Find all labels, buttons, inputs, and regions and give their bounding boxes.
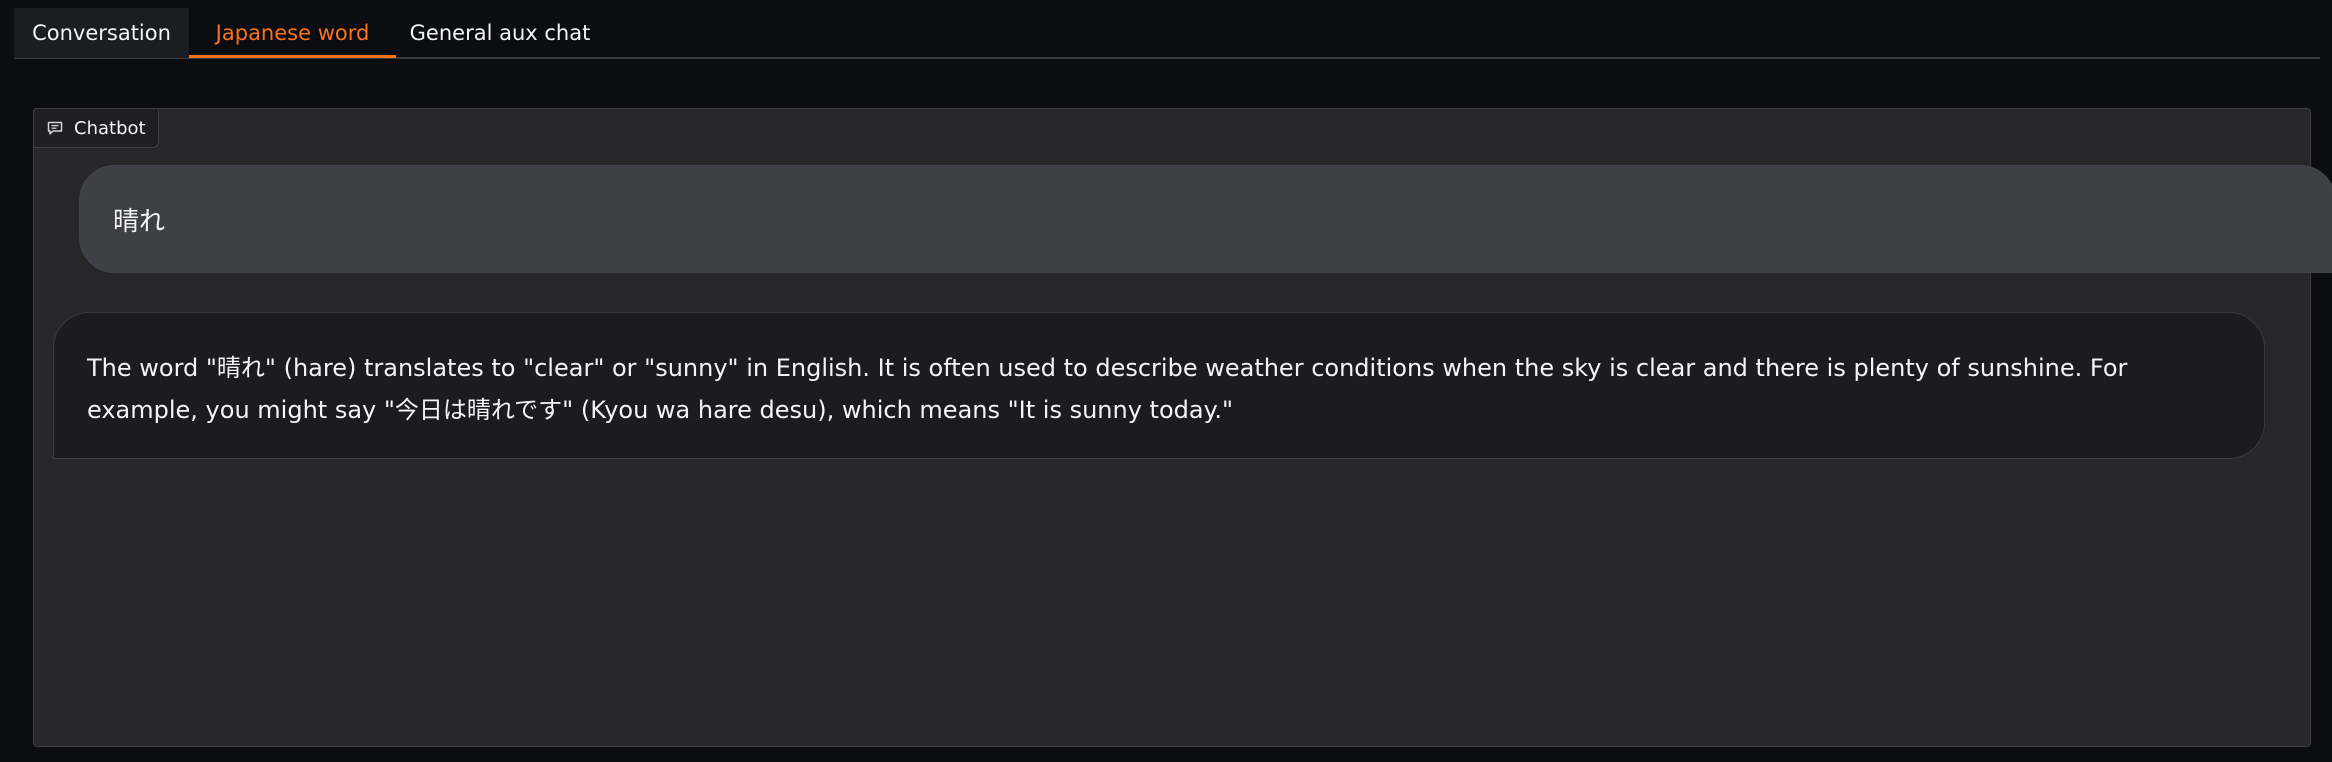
tab-general-aux-chat[interactable]: General aux chat (396, 8, 604, 58)
bot-message-text: The word "晴れ" (hare) translates to "clea… (87, 354, 2128, 424)
bot-message: The word "晴れ" (hare) translates to "clea… (53, 312, 2265, 459)
chatbot-panel: Chatbot 晴れ The word "晴れ" (hare) translat… (33, 108, 2332, 747)
tab-bar: Conversation Japanese word General aux c… (14, 8, 2320, 59)
chatbot-label-text: Chatbot (74, 117, 146, 139)
tab-conversation[interactable]: Conversation (14, 8, 189, 58)
chatbot-label: Chatbot (33, 108, 159, 148)
user-message-text: 晴れ (113, 206, 166, 237)
user-message: 晴れ (79, 165, 2332, 273)
chat-bubble-icon (47, 121, 63, 135)
app-root: Conversation Japanese word General aux c… (0, 0, 2332, 762)
tab-japanese-word[interactable]: Japanese word (189, 8, 396, 58)
